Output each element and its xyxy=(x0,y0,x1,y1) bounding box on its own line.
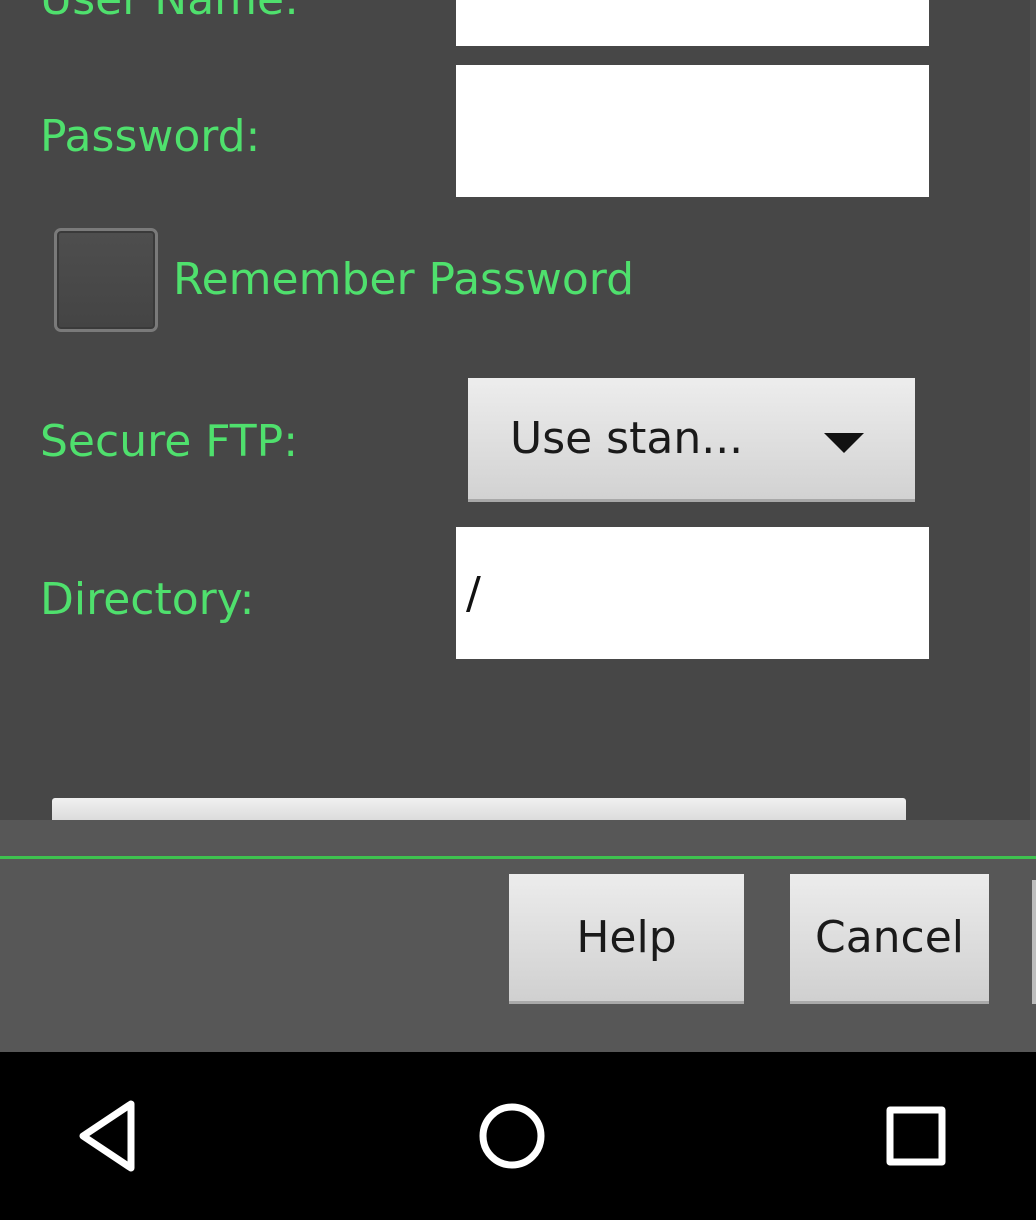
back-triangle-icon xyxy=(79,1100,135,1172)
secure-ftp-label: Secure FTP: xyxy=(40,416,299,467)
username-label: User Name: xyxy=(40,0,299,22)
home-circle-icon xyxy=(479,1103,545,1169)
back-button[interactable] xyxy=(30,1052,190,1220)
offscreen-button-edge[interactable] xyxy=(1032,880,1036,1004)
directory-label: Directory: xyxy=(40,574,255,625)
directory-field[interactable] xyxy=(456,527,929,659)
dropdown-arrow-icon xyxy=(824,433,864,453)
username-field[interactable] xyxy=(456,0,929,46)
password-label: Password: xyxy=(40,111,261,162)
partially-visible-button[interactable] xyxy=(52,798,906,820)
button-bar-divider xyxy=(0,856,1036,859)
remember-password-label[interactable]: Remember Password xyxy=(173,258,634,302)
recents-square-icon xyxy=(886,1106,946,1166)
scroll-edge xyxy=(1030,0,1036,820)
cancel-button[interactable]: Cancel xyxy=(790,874,989,1004)
secure-ftp-selected-value: Use stan... xyxy=(510,413,744,464)
home-button[interactable] xyxy=(432,1052,592,1220)
password-field[interactable] xyxy=(456,65,929,197)
help-button[interactable]: Help xyxy=(509,874,744,1004)
android-navigation-bar xyxy=(0,1052,1036,1220)
secure-ftp-dropdown[interactable]: Use stan... xyxy=(468,378,915,502)
remember-password-checkbox[interactable] xyxy=(54,228,158,332)
recents-button[interactable] xyxy=(836,1052,996,1220)
ftp-settings-form: User Name: Password: Remember Password S… xyxy=(0,0,1036,820)
